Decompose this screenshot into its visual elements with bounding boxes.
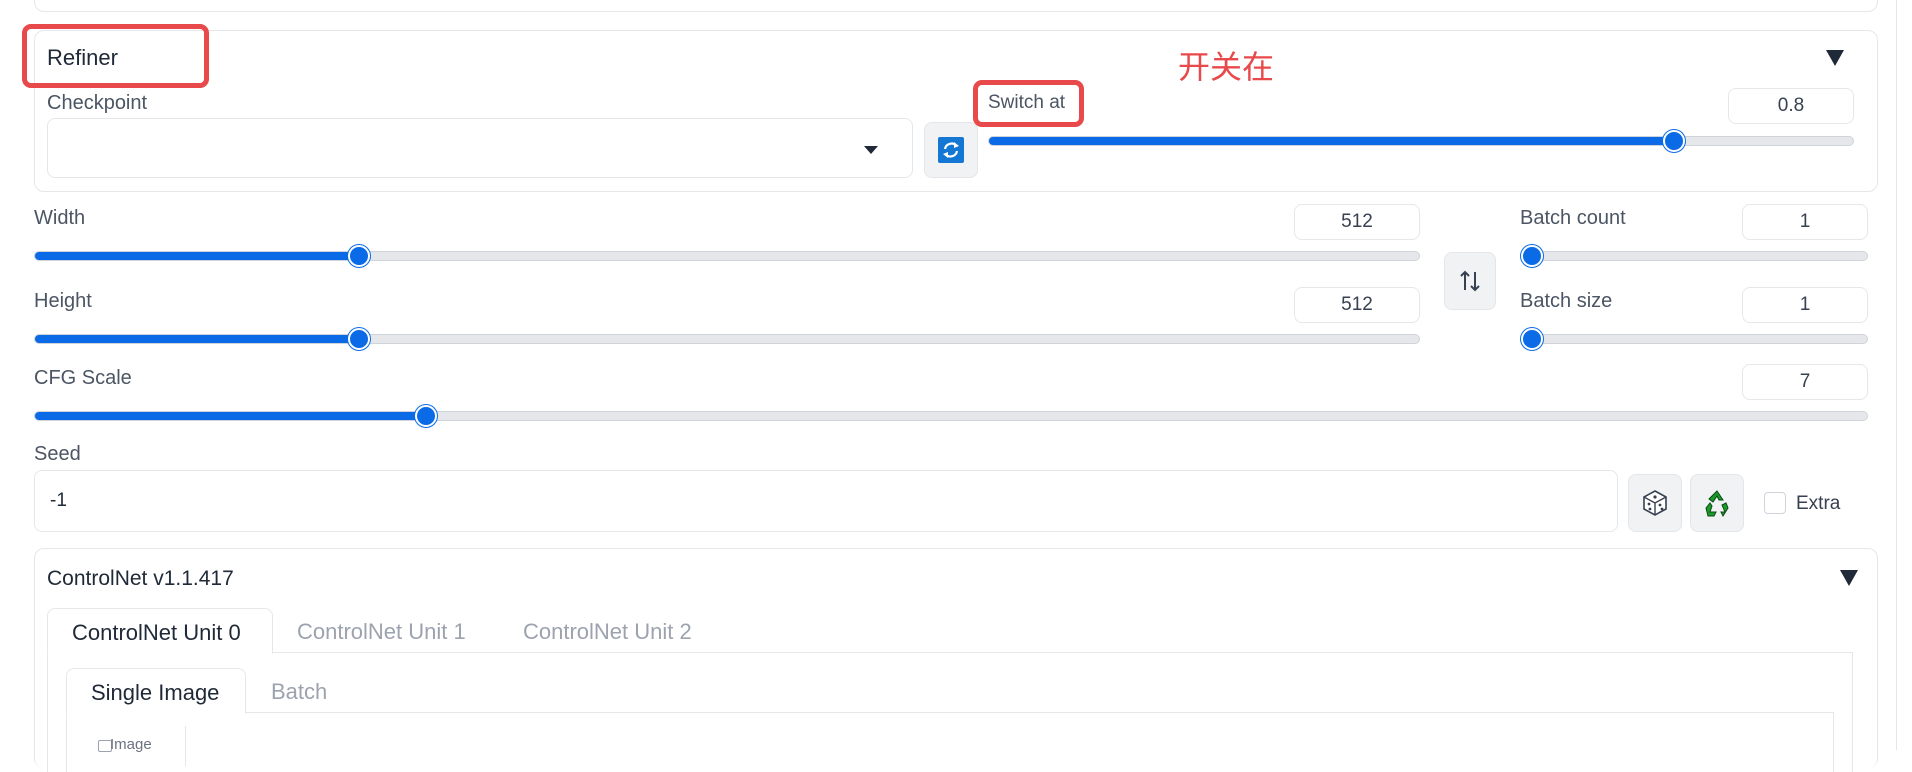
slider-fill — [35, 252, 354, 260]
seed-input[interactable]: -1 — [34, 470, 1618, 532]
controlnet-title[interactable]: ControlNet v1.1.417 — [47, 567, 234, 591]
checkpoint-select[interactable] — [47, 118, 913, 178]
recycle-icon — [1705, 490, 1729, 518]
batch-size-input[interactable]: 1 — [1742, 287, 1868, 323]
extra-checkbox[interactable] — [1764, 492, 1786, 514]
slider-thumb[interactable] — [1521, 245, 1543, 267]
tab-controlnet-unit-0[interactable]: ControlNet Unit 0 — [47, 608, 273, 654]
dropdown-arrow-icon — [864, 146, 878, 154]
height-label: Height — [34, 290, 92, 312]
random-seed-button[interactable] — [1628, 474, 1682, 532]
height-input[interactable]: 512 — [1294, 287, 1420, 323]
tab-label: Single Image — [91, 680, 220, 705]
slider-thumb[interactable] — [348, 245, 371, 267]
previous-panel — [34, 0, 1878, 12]
cfg-scale-slider[interactable] — [34, 405, 1868, 427]
refiner-highlight-box — [22, 24, 209, 88]
image-label-box: Image — [88, 726, 186, 766]
width-slider[interactable] — [34, 245, 1420, 267]
refresh-icon — [938, 137, 964, 163]
slider-thumb[interactable] — [348, 328, 371, 350]
reuse-seed-button[interactable] — [1690, 474, 1744, 532]
slider-thumb[interactable] — [1521, 328, 1543, 350]
dice-icon — [1643, 490, 1667, 516]
width-label: Width — [34, 207, 86, 229]
cfg-scale-input[interactable]: 7 — [1742, 364, 1868, 400]
swap-dimensions-button[interactable] — [1444, 252, 1496, 310]
slider-fill — [35, 335, 354, 343]
batch-count-slider[interactable] — [1520, 245, 1868, 267]
batch-count-label: Batch count — [1520, 207, 1626, 229]
height-slider[interactable] — [34, 328, 1420, 350]
swap-vertical-icon — [1460, 270, 1480, 292]
refiner-collapse-icon[interactable] — [1826, 50, 1844, 66]
width-input[interactable]: 512 — [1294, 204, 1420, 240]
tab-single-image[interactable]: Single Image — [66, 668, 246, 714]
cfg-scale-label: CFG Scale — [34, 367, 132, 389]
switch-at-highlight-box — [973, 80, 1084, 127]
controlnet-collapse-icon[interactable] — [1840, 570, 1858, 586]
tab-batch[interactable]: Batch — [271, 679, 327, 705]
switch-at-input[interactable]: 0.8 — [1728, 88, 1854, 124]
seed-value: -1 — [50, 490, 67, 511]
batch-size-slider[interactable] — [1520, 328, 1868, 350]
tab-label: ControlNet Unit 0 — [72, 620, 241, 645]
slider-thumb[interactable] — [1662, 130, 1685, 152]
tab-controlnet-unit-1[interactable]: ControlNet Unit 1 — [297, 619, 466, 645]
page-right-border — [1896, 0, 1897, 750]
switch-at-slider[interactable] — [988, 130, 1854, 152]
batch-size-label: Batch size — [1520, 290, 1613, 312]
slider-thumb[interactable] — [415, 405, 438, 427]
tab-controlnet-unit-2[interactable]: ControlNet Unit 2 — [523, 619, 692, 645]
checkpoint-label: Checkpoint — [47, 92, 148, 114]
annotation-text: 开关在 — [1178, 48, 1275, 86]
single-image-content — [66, 712, 1834, 772]
slider-fill — [35, 412, 420, 420]
refresh-checkpoint-button[interactable] — [924, 122, 978, 178]
seed-label: Seed — [34, 443, 81, 465]
batch-count-input[interactable]: 1 — [1742, 204, 1868, 240]
image-label: Image — [110, 736, 152, 753]
extra-label: Extra — [1796, 493, 1841, 514]
slider-fill — [989, 137, 1681, 145]
